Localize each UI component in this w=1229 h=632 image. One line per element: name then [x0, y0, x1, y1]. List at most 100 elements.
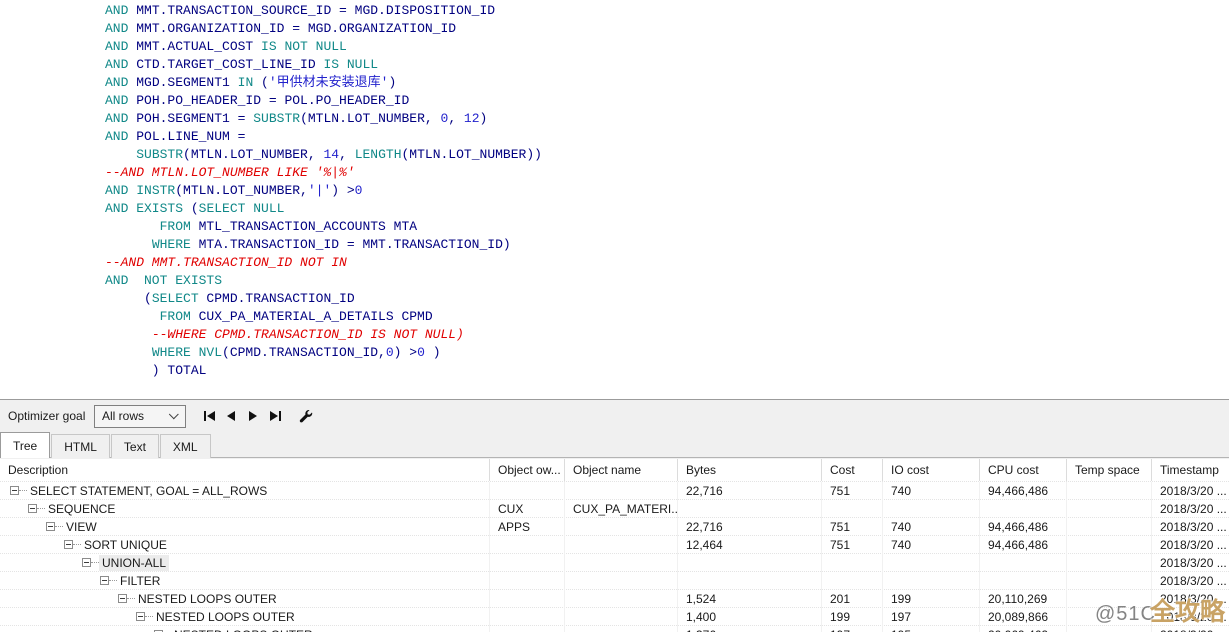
cell-desc: SORT UNIQUE	[0, 536, 490, 554]
cell-io: 199	[883, 590, 980, 608]
tree-node-label: NESTED LOOPS OUTER	[135, 591, 280, 607]
cell-cost: 751	[822, 482, 883, 500]
cell-bytes: 22,716	[678, 518, 822, 536]
collapse-icon[interactable]	[100, 576, 109, 585]
column-header-owner[interactable]: Object ow...	[490, 459, 565, 481]
sql-line: WHERE NVL(CPMD.TRANSACTION_ID,0) >0 )	[105, 344, 1229, 362]
cell-owner: CUX	[490, 500, 565, 518]
column-header-temp[interactable]: Temp space	[1067, 459, 1152, 481]
sql-line: AND MMT.TRANSACTION_SOURCE_ID = MGD.DISP…	[105, 2, 1229, 20]
collapse-icon[interactable]	[10, 486, 19, 495]
sql-line: AND POH.PO_HEADER_ID = POL.PO_HEADER_ID	[105, 92, 1229, 110]
sql-editor[interactable]: AND MMT.TRANSACTION_SOURCE_ID = MGD.DISP…	[0, 0, 1229, 399]
cell-cost	[822, 554, 883, 572]
cell-name	[565, 608, 678, 626]
cell-name	[565, 626, 678, 632]
explain-plan-window: AND MMT.TRANSACTION_SOURCE_ID = MGD.DISP…	[0, 0, 1229, 632]
table-row[interactable]: NESTED LOOPS OUTER1,37619719520,069,4622…	[0, 625, 1229, 632]
cell-cost: 751	[822, 536, 883, 554]
tab-tree[interactable]: Tree	[0, 432, 50, 458]
tab-text[interactable]: Text	[111, 434, 159, 458]
cell-io: 740	[883, 536, 980, 554]
tab-xml[interactable]: XML	[160, 434, 211, 458]
tree-node-label: FILTER	[117, 573, 163, 589]
first-record-button[interactable]	[198, 406, 220, 426]
first-record-icon	[204, 411, 206, 421]
collapse-icon[interactable]	[28, 504, 37, 513]
sql-line: FROM MTL_TRANSACTION_ACCOUNTS MTA	[105, 218, 1229, 236]
cell-bytes: 1,400	[678, 608, 822, 626]
plan-grid: DescriptionObject ow...Object nameBytesC…	[0, 459, 1229, 632]
tab-html[interactable]: HTML	[51, 434, 110, 458]
cell-cpu: 20,110,269	[980, 590, 1067, 608]
cell-owner	[490, 608, 565, 626]
collapse-icon[interactable]	[64, 540, 73, 549]
cell-temp	[1067, 608, 1152, 626]
cell-ts: 2018/3/20 ...	[1152, 536, 1229, 554]
collapse-icon[interactable]	[136, 612, 145, 621]
table-row[interactable]: VIEWAPPS22,71675174094,466,4862018/3/20 …	[0, 517, 1229, 535]
cell-bytes	[678, 500, 822, 518]
cell-temp	[1067, 572, 1152, 590]
cell-io: 197	[883, 608, 980, 626]
column-header-name[interactable]: Object name	[565, 459, 678, 481]
settings-button[interactable]	[294, 406, 316, 426]
tree-node-label: NESTED LOOPS OUTER	[171, 627, 316, 632]
cell-name	[565, 572, 678, 590]
cell-cpu	[980, 500, 1067, 518]
column-header-cpu[interactable]: CPU cost	[980, 459, 1067, 481]
table-row[interactable]: SORT UNIQUE12,46475174094,466,4862018/3/…	[0, 535, 1229, 553]
next-record-button[interactable]	[242, 406, 264, 426]
cell-cost: 751	[822, 518, 883, 536]
cell-desc: NESTED LOOPS OUTER	[0, 626, 490, 632]
optimizer-goal-label: Optimizer goal	[8, 409, 94, 423]
cell-io	[883, 500, 980, 518]
sql-line: --WHERE CPMD.TRANSACTION_ID IS NOT NULL)	[105, 326, 1229, 344]
table-row[interactable]: NESTED LOOPS OUTER1,52420119920,110,2692…	[0, 589, 1229, 607]
cell-cost	[822, 500, 883, 518]
previous-record-button[interactable]	[220, 406, 242, 426]
cell-owner	[490, 626, 565, 632]
cell-cpu	[980, 572, 1067, 590]
plan-grid-header: DescriptionObject ow...Object nameBytesC…	[0, 459, 1229, 481]
collapse-icon[interactable]	[118, 594, 127, 603]
column-header-bytes[interactable]: Bytes	[678, 459, 822, 481]
cell-io	[883, 572, 980, 590]
sql-line: AND CTD.TARGET_COST_LINE_ID IS NULL	[105, 56, 1229, 74]
sql-line: AND EXISTS (SELECT NULL	[105, 200, 1229, 218]
cell-desc: VIEW	[0, 518, 490, 536]
sql-line: AND MGD.SEGMENT1 IN ('甲供材未安装退库')	[105, 74, 1229, 92]
cell-bytes: 1,376	[678, 626, 822, 632]
sql-line: AND MMT.ORGANIZATION_ID = MGD.ORGANIZATI…	[105, 20, 1229, 38]
tree-node-label: SORT UNIQUE	[81, 537, 170, 553]
cell-cost: 199	[822, 608, 883, 626]
table-row[interactable]: SELECT STATEMENT, GOAL = ALL_ROWS22,7167…	[0, 481, 1229, 499]
cell-desc: SELECT STATEMENT, GOAL = ALL_ROWS	[0, 482, 490, 500]
column-header-io[interactable]: IO cost	[883, 459, 980, 481]
cell-ts: 2018/3/20 ...	[1152, 554, 1229, 572]
column-header-ts[interactable]: Timestamp	[1152, 459, 1229, 481]
sql-line: (SELECT CPMD.TRANSACTION_ID	[105, 290, 1229, 308]
cell-desc: NESTED LOOPS OUTER	[0, 590, 490, 608]
cell-owner	[490, 590, 565, 608]
column-header-desc[interactable]: Description	[0, 459, 490, 481]
sql-line: --AND MMT.TRANSACTION_ID NOT IN	[105, 254, 1229, 272]
column-header-cost[interactable]: Cost	[822, 459, 883, 481]
cell-temp	[1067, 482, 1152, 500]
last-record-button[interactable]	[264, 406, 286, 426]
collapse-icon[interactable]	[82, 558, 91, 567]
cell-bytes	[678, 572, 822, 590]
cell-ts: 2018/3/20 ...	[1152, 590, 1229, 608]
cell-bytes: 12,464	[678, 536, 822, 554]
table-row[interactable]: NESTED LOOPS OUTER1,40019919720,089,8662…	[0, 607, 1229, 625]
tree-node-label: SEQUENCE	[45, 501, 118, 517]
table-row[interactable]: SEQUENCECUXCUX_PA_MATERI...2018/3/20 ...	[0, 499, 1229, 517]
previous-record-icon	[227, 411, 235, 421]
cell-cpu	[980, 554, 1067, 572]
cell-desc: UNION-ALL	[0, 554, 490, 572]
optimizer-goal-select[interactable]: All rows	[94, 405, 186, 428]
table-row[interactable]: FILTER2018/3/20 ...	[0, 571, 1229, 589]
collapse-icon[interactable]	[46, 522, 55, 531]
table-row[interactable]: UNION-ALL 2018/3/20 ...	[0, 553, 1229, 571]
tree-node-label: NESTED LOOPS OUTER	[153, 609, 298, 625]
